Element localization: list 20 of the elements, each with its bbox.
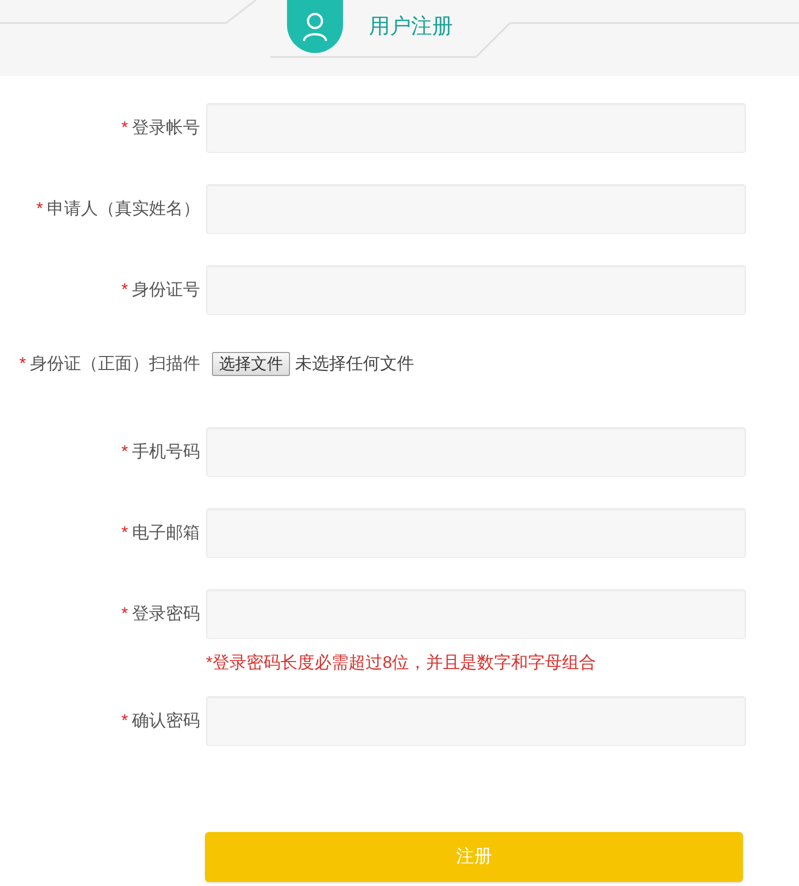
field-label: 身份证（正面）扫描件: [30, 353, 200, 376]
required-mark: *: [121, 279, 128, 302]
field-label: 登录帐号: [132, 117, 200, 140]
field-label: 申请人（真实姓名）: [47, 198, 200, 220]
field-label: 登录密码: [132, 603, 200, 626]
required-mark: *: [19, 353, 26, 376]
required-mark: *: [121, 603, 128, 626]
field-label: 确认密码: [132, 710, 200, 732]
required-mark: *: [121, 441, 128, 464]
password-hint: *登录密码长度必需超过8位，并且是数字和字母组合: [206, 652, 598, 674]
choose-file-button[interactable]: 选择文件: [212, 352, 290, 376]
required-mark: *: [36, 198, 43, 220]
field-label: 身份证号: [132, 279, 200, 302]
required-mark: *: [121, 710, 128, 732]
field-label: 手机号码: [132, 441, 200, 464]
page-title: 用户注册: [369, 14, 453, 40]
file-status: 未选择任何文件: [295, 353, 414, 376]
required-mark: *: [121, 117, 128, 140]
required-mark: *: [121, 522, 128, 544]
field-label: 电子邮箱: [132, 522, 200, 544]
